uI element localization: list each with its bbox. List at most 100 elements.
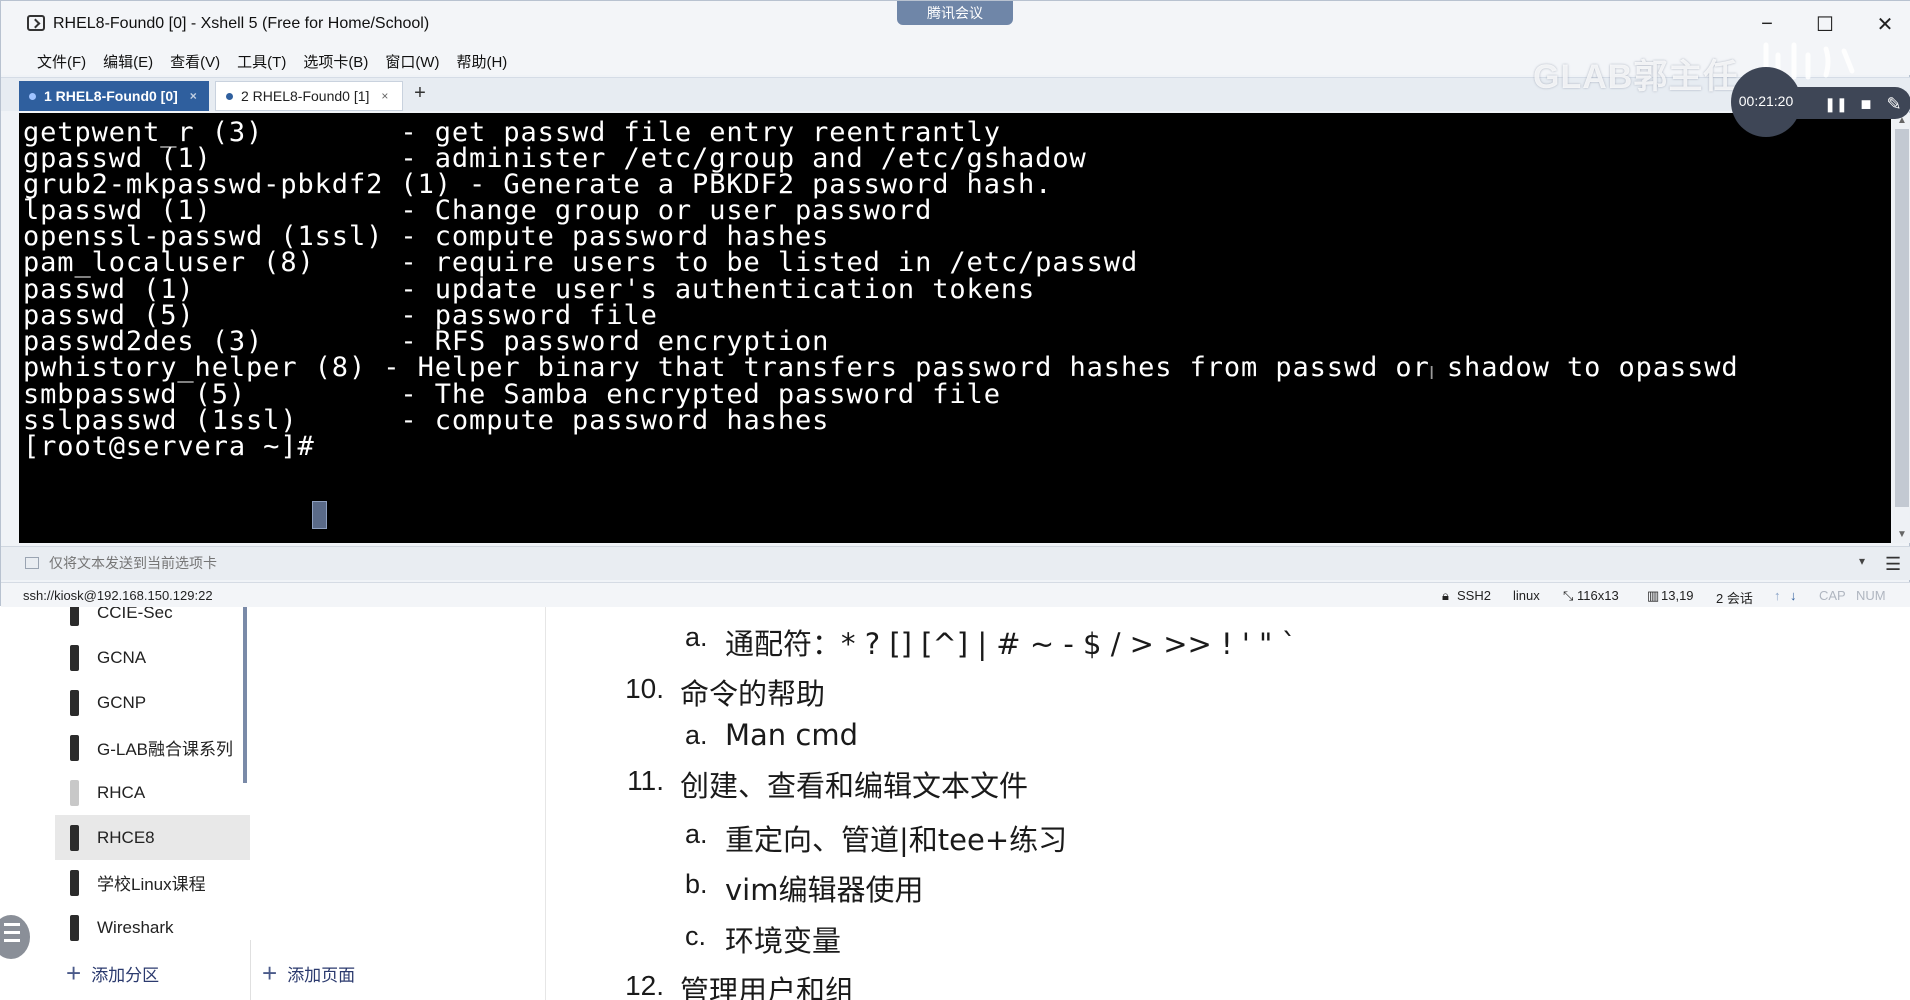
note-heading-users: 管理用户和组 (680, 974, 855, 1000)
list-marker: c. (685, 921, 707, 951)
close-button[interactable]: ✕ (1865, 9, 1905, 39)
section-item[interactable]: Wireshark (55, 905, 250, 950)
status-bar: ssh://kiosk@192.168.150.129:22 🔒︎ SSH2 l… (1, 582, 1910, 607)
plus-icon: + (66, 957, 82, 988)
cursor-position: 13,19 (1661, 588, 1694, 603)
caps-lock-indicator: CAP (1819, 588, 1846, 603)
recording-timer: 00:21:20 (1738, 93, 1794, 109)
watermark-logo: GLAB郭主任 (1533, 58, 1739, 96)
window-title: RHEL8-Found0 [0] - Xshell 5 (Free for Ho… (53, 15, 430, 32)
note-heading-help: 命令的帮助 (680, 677, 826, 711)
pen-icon[interactable]: ✎ (1883, 93, 1905, 115)
list-marker: b. (685, 869, 708, 899)
num-lock-indicator: NUM (1856, 588, 1886, 603)
title-bar[interactable]: RHEL8-Found0 [0] - Xshell 5 (Free for Ho… (1, 1, 1910, 47)
section-color-icon (70, 825, 79, 851)
section-label: RHCE8 (97, 827, 155, 847)
section-label: G-LAB融合课系列 (97, 740, 234, 759)
new-tab-button[interactable]: + (409, 83, 431, 105)
menu-view[interactable]: 查看(V) (170, 51, 220, 72)
terminal-app-icon (27, 15, 45, 31)
terminal-size: 116x13 (1577, 588, 1619, 603)
tab-session-1[interactable]: 1 RHEL8-Found0 [0] × (19, 81, 209, 111)
page-divider (545, 598, 546, 1000)
section-item[interactable]: G-LAB融合课系列 (55, 725, 250, 770)
list-marker: a. (685, 622, 708, 652)
chevron-down-icon[interactable]: ▾ (1859, 554, 1865, 568)
list-number: 11. (627, 765, 664, 796)
section-item[interactable]: RHCE8 (55, 815, 250, 860)
session-status-icon (29, 92, 36, 100)
menu-help[interactable]: 帮助(H) (456, 51, 507, 72)
tab-close-icon[interactable]: × (190, 89, 197, 103)
stop-recording-icon[interactable]: ■ (1855, 93, 1877, 115)
sidebar-scrollbar[interactable] (243, 598, 247, 783)
tab-label: 2 RHEL8-Found0 [1] (241, 88, 370, 104)
note-text-redirect: 重定向、管道|和tee+练习 (725, 823, 1068, 857)
plus-icon: + (262, 957, 278, 988)
footer-divider (250, 940, 251, 1000)
lock-icon: 🔒︎ (1442, 588, 1449, 603)
list-marker: a. (685, 720, 708, 750)
terminal-output[interactable]: getpwent_r (3) - get passwd file entry r… (19, 113, 1891, 543)
xshell-window: RHEL8-Found0 [0] - Xshell 5 (Free for Ho… (0, 0, 1910, 607)
list-number: 10. (625, 673, 664, 704)
navigation-toggle-icon[interactable] (0, 915, 30, 959)
terminal-type: linux (1513, 588, 1540, 603)
protocol-indicator: SSH2 (1457, 588, 1491, 603)
note-heading-text-files: 创建、查看和编辑文本文件 (680, 769, 1029, 803)
section-label: GCNA (97, 647, 147, 667)
list-marker: a. (685, 819, 708, 849)
add-section-label: 添加分区 (91, 965, 160, 985)
note-text-wildcard: 通配符：* ? [] [^] | # ~ - $ / > >> ! ' " ` (725, 627, 1297, 661)
section-item[interactable]: GCNP (55, 680, 250, 725)
section-color-icon (70, 870, 79, 896)
add-page-label: 添加页面 (287, 965, 356, 985)
section-item[interactable]: 学校Linux课程 (55, 860, 250, 905)
section-label: GCNP (97, 692, 147, 712)
menu-tools[interactable]: 工具(T) (237, 51, 286, 72)
menu-tabs[interactable]: 选项卡(B) (303, 51, 368, 72)
compose-input[interactable] (19, 550, 1875, 576)
section-color-icon (70, 780, 79, 806)
session-count: 2 会话 (1716, 591, 1753, 606)
scroll-down-icon[interactable]: ▼ (1896, 529, 1908, 540)
menu-file[interactable]: 文件(F) (37, 51, 86, 72)
list-number: 12. (625, 970, 664, 1000)
note-text-man: Man cmd (725, 718, 858, 752)
minimize-button[interactable]: − (1747, 9, 1787, 39)
menu-edit[interactable]: 编辑(E) (103, 51, 153, 72)
shell-prompt: [root@servera ~]# (23, 431, 332, 462)
section-label: 学校Linux课程 (97, 875, 206, 894)
menu-window[interactable]: 窗口(W) (385, 51, 439, 72)
meeting-badge[interactable]: 腾讯会议 (897, 1, 1013, 25)
section-color-icon (70, 915, 79, 941)
session-status-icon (226, 92, 233, 100)
section-item[interactable]: GCNA (55, 635, 250, 680)
add-section-button[interactable]: + 添加分区 (66, 958, 159, 988)
note-text-env: 环境变量 (725, 924, 842, 958)
connection-address: ssh://kiosk@192.168.150.129:22 (23, 588, 213, 603)
terminal-cursor (312, 501, 327, 529)
recording-control-panel: 00:21:20 ❚❚ ■ ✎ (1731, 67, 1910, 137)
cursor-position-icon: ▥ (1647, 588, 1660, 603)
menu-icon[interactable]: ☰ (1885, 554, 1901, 575)
section-color-icon (70, 690, 79, 716)
pause-recording-icon[interactable]: ❚❚ (1824, 93, 1847, 115)
scrollbar-thumb[interactable] (1895, 129, 1909, 507)
tab-session-2[interactable]: 2 RHEL8-Found0 [1] × (215, 81, 403, 111)
tab-label: 1 RHEL8-Found0 [0] (44, 88, 178, 104)
text-cursor-icon: I (1429, 363, 1435, 384)
section-label: RHCA (97, 782, 146, 802)
resize-icon: ⤡ (1563, 588, 1574, 603)
add-page-button[interactable]: + 添加页面 (262, 958, 355, 988)
section-label: Wireshark (97, 917, 174, 937)
download-icon: ↓ (1790, 588, 1797, 603)
section-item[interactable]: RHCA (55, 770, 250, 815)
maximize-button[interactable]: ☐ (1805, 9, 1845, 39)
note-text-vim: vim编辑器使用 (725, 873, 924, 907)
upload-icon: ↑ (1774, 588, 1781, 603)
section-color-icon (70, 735, 79, 761)
section-color-icon (70, 645, 79, 671)
tab-close-icon[interactable]: × (381, 89, 388, 103)
